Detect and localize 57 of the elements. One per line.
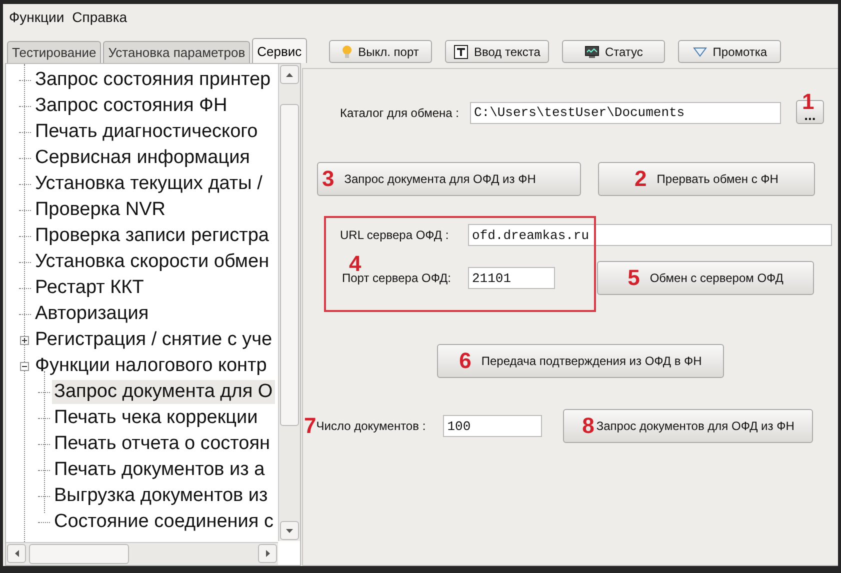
tree-item[interactable]: Печать чека коррекции [52, 406, 260, 430]
annotation-number: 3 [322, 168, 334, 190]
tree-item[interactable]: Печать диагностического [33, 120, 260, 144]
tab[interactable]: Сервис [252, 38, 307, 63]
tree-item[interactable]: Печать документов из а [52, 458, 267, 482]
url-field[interactable]: ofd.dreamkas.ru [468, 224, 832, 246]
tree-item[interactable]: Проверка записи регистра [33, 224, 271, 248]
tree-item[interactable]: Проверка NVR [33, 198, 168, 222]
vertical-scrollbar[interactable] [278, 64, 300, 541]
tab[interactable]: Тестирование [7, 41, 102, 63]
menu-item[interactable]: Функции [9, 8, 64, 26]
annotation-number: 2 [634, 168, 647, 190]
field-label: Каталог для обмена : [340, 106, 459, 120]
tree-item[interactable]: Печать отчета о состоян [52, 432, 272, 456]
monitor-icon [584, 46, 599, 58]
tree-item[interactable]: Регистрация / снятие с уче [33, 328, 274, 352]
tree-item[interactable]: Запрос состояния принтер [33, 68, 273, 92]
up-arrow-icon [286, 72, 293, 76]
port-field[interactable]: 21101 [468, 267, 555, 289]
text-icon [454, 44, 468, 58]
abort-button[interactable]: 2 Прервать обмен с ФН [598, 162, 815, 196]
down-arrow-icon [286, 528, 293, 532]
left-arrow-icon [14, 550, 18, 557]
tree-item[interactable]: Рестарт ККТ [33, 276, 146, 300]
toolbar-button[interactable]: Статус [562, 40, 666, 63]
confirmation-button[interactable]: 6 Передача подтверждения из ОФД в ФН [437, 344, 724, 378]
tree-item[interactable]: Функции налогового контр [33, 354, 269, 378]
tree-item[interactable]: Установка текущих даты / [33, 172, 264, 196]
horizontal-scrollbar[interactable] [6, 542, 278, 565]
toolbar-button[interactable]: Ввод текста [445, 40, 550, 63]
request-documents-button[interactable]: 8 Запрос документов для ОФД из ФН [563, 409, 814, 443]
field-label: URL сервера ОФД : [340, 228, 450, 242]
tree-item[interactable]: Запрос состояния ФН [33, 94, 230, 118]
request-document-button[interactable]: 3 Запрос документа для ОФД из ФН [317, 162, 581, 196]
tab[interactable]: Установка параметров [103, 41, 250, 63]
tree-item[interactable]: Установка скорости обмен [33, 250, 272, 274]
expander-icon[interactable] [20, 362, 29, 370]
expander-icon[interactable] [20, 336, 29, 344]
annotation-number: 6 [459, 350, 472, 372]
menu-item[interactable]: Справка [72, 8, 128, 26]
tree-item[interactable]: Авторизация [33, 302, 151, 326]
annotation-number: 5 [628, 267, 640, 289]
annotation-number: 8 [582, 415, 594, 437]
tree-item[interactable]: Состояние соединения с [52, 510, 276, 534]
tree-item[interactable]: Выгрузка документов из [52, 484, 270, 508]
field-label: Число документов : [316, 419, 427, 433]
tree-item[interactable]: Сервисная информация [33, 146, 252, 170]
toolbar-button[interactable]: Выкл. порт [329, 40, 432, 63]
toolbar-button[interactable]: Промотка [678, 40, 782, 63]
right-arrow-icon [266, 550, 270, 557]
annotation-number: 7 [304, 415, 316, 437]
directory-field[interactable]: C:\Users\testUser\Documents [470, 102, 781, 124]
exchange-button[interactable]: 5 Обмен с сервером ОФД [597, 261, 814, 295]
count-field[interactable]: 100 [443, 415, 542, 437]
tree-item[interactable]: Запрос документа для О [52, 380, 275, 404]
bulb-icon [342, 44, 352, 58]
triangle-icon [692, 46, 707, 56]
